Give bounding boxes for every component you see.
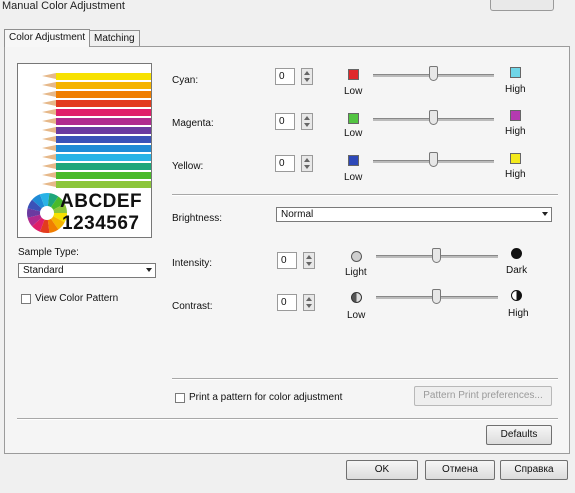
preview-text-numbers: 1234567 xyxy=(62,213,140,234)
pencil xyxy=(42,154,151,161)
cyan-spinner[interactable] xyxy=(301,68,313,85)
cancel-button[interactable]: Отмена xyxy=(425,460,495,480)
help-button[interactable]: Справка xyxy=(500,460,568,480)
pencil xyxy=(42,172,151,179)
cyan-label: Cyan: xyxy=(172,75,199,86)
cyan-high-swatch xyxy=(510,67,521,78)
contrast-label: Contrast: xyxy=(172,301,213,312)
intensity-spinner[interactable] xyxy=(303,252,315,269)
section-divider xyxy=(172,378,558,380)
preview-text-letters: ABCDEF xyxy=(60,191,143,212)
cyan-high-label: High xyxy=(505,84,526,95)
magenta-label: Magenta: xyxy=(172,118,214,129)
pencil xyxy=(42,82,151,89)
close-button[interactable] xyxy=(490,0,554,11)
magenta-high-swatch xyxy=(510,110,521,121)
section-divider xyxy=(17,418,558,420)
intensity-slider-thumb[interactable] xyxy=(432,248,441,263)
chevron-down-icon xyxy=(542,212,548,216)
print-pattern-checkbox[interactable] xyxy=(175,393,185,403)
pencil xyxy=(42,145,151,152)
magenta-low-swatch xyxy=(348,113,359,124)
yellow-spinner[interactable] xyxy=(301,155,313,172)
pattern-print-preferences-button[interactable]: Pattern Print preferences... xyxy=(414,386,552,406)
magenta-spinner[interactable] xyxy=(301,113,313,130)
brightness-select[interactable]: Normal xyxy=(276,207,552,222)
high-contrast-icon xyxy=(511,290,522,301)
pencil xyxy=(42,118,151,125)
pencil xyxy=(42,73,151,80)
pencil xyxy=(42,163,151,170)
pencil xyxy=(42,91,151,98)
pencil xyxy=(42,181,151,188)
section-divider xyxy=(172,194,558,196)
pencil xyxy=(42,100,151,107)
intensity-input[interactable]: 0 xyxy=(277,252,297,269)
contrast-low-label: Low xyxy=(347,310,366,321)
low-contrast-icon xyxy=(351,292,362,303)
sample-type-label: Sample Type: xyxy=(18,247,79,258)
yellow-low-label: Low xyxy=(344,172,363,183)
yellow-high-label: High xyxy=(505,169,526,180)
cyan-low-swatch xyxy=(348,69,359,80)
ok-button[interactable]: OK xyxy=(346,460,418,480)
tab-matching[interactable]: Matching xyxy=(89,30,140,46)
yellow-low-swatch xyxy=(348,155,359,166)
pencil xyxy=(42,109,151,116)
intensity-low-label: Light xyxy=(345,267,367,278)
yellow-input[interactable]: 0 xyxy=(275,155,295,172)
dark-circle-icon xyxy=(511,248,522,259)
light-circle-icon xyxy=(351,251,362,262)
pencil xyxy=(42,136,151,143)
intensity-high-label: Dark xyxy=(506,265,528,276)
view-color-pattern-label: View Color Pattern xyxy=(35,293,119,304)
chevron-down-icon xyxy=(146,268,152,272)
sample-type-value: Standard xyxy=(23,265,64,276)
cyan-input[interactable]: 0 xyxy=(275,68,295,85)
cyan-slider-thumb[interactable] xyxy=(429,66,438,81)
yellow-high-swatch xyxy=(510,153,521,164)
magenta-high-label: High xyxy=(505,126,526,137)
contrast-input[interactable]: 0 xyxy=(277,294,297,311)
magenta-slider-thumb[interactable] xyxy=(429,110,438,125)
cyan-low-label: Low xyxy=(344,86,363,97)
tab-color-adjustment[interactable]: Color Adjustment xyxy=(4,29,91,47)
intensity-label: Intensity: xyxy=(172,258,213,269)
yellow-label: Yellow: xyxy=(172,161,204,172)
view-color-pattern-checkbox[interactable] xyxy=(21,294,31,304)
pencil xyxy=(42,127,151,134)
brightness-label: Brightness: xyxy=(172,213,223,224)
sample-type-select[interactable]: Standard xyxy=(18,263,156,278)
print-pattern-label: Print a pattern for color adjustment xyxy=(189,392,343,403)
brightness-value: Normal xyxy=(281,209,314,220)
yellow-slider-thumb[interactable] xyxy=(429,152,438,167)
defaults-button[interactable]: Defaults xyxy=(486,425,552,445)
magenta-low-label: Low xyxy=(344,128,363,139)
contrast-high-label: High xyxy=(508,308,529,319)
magenta-input[interactable]: 0 xyxy=(275,113,295,130)
window-title: Manual Color Adjustment xyxy=(2,0,125,12)
contrast-slider-thumb[interactable] xyxy=(432,289,441,304)
contrast-spinner[interactable] xyxy=(303,294,315,311)
